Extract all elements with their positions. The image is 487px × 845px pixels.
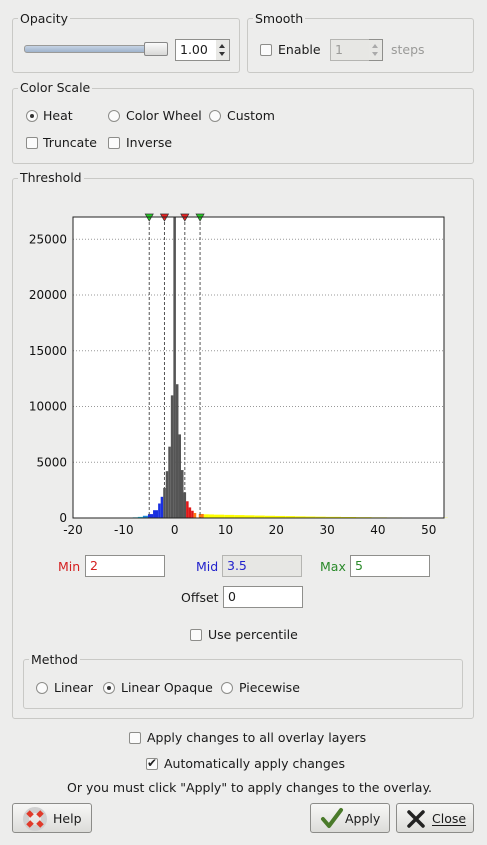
color-scale-custom-radio[interactable] — [209, 110, 221, 122]
spin-up-icon[interactable] — [372, 44, 378, 48]
histogram-bar — [160, 496, 164, 518]
histogram-bar — [193, 512, 197, 518]
x-tick-label: 20 — [269, 523, 284, 537]
method-linear-radio[interactable] — [36, 682, 48, 694]
apply-hint-text: Or you must click "Apply" to apply chang… — [67, 780, 433, 795]
x-tick-label: 40 — [370, 523, 385, 537]
help-button[interactable]: Help — [12, 803, 92, 833]
plot-background — [73, 217, 444, 518]
color-scale-colorwheel-label: Color Wheel — [126, 108, 202, 123]
min-label: Min — [58, 559, 81, 574]
apply-button-label: Apply — [345, 811, 381, 826]
opacity-title: Opacity — [18, 11, 71, 26]
method-piecewise-radio[interactable] — [221, 682, 233, 694]
offset-input[interactable]: 0 — [223, 586, 303, 608]
color-scale-custom-label: Custom — [227, 108, 275, 123]
color-scale-heat-label: Heat — [43, 108, 73, 123]
y-tick-label: 25000 — [29, 232, 67, 246]
inverse-label: Inverse — [126, 135, 173, 150]
y-tick-label: 10000 — [29, 400, 67, 414]
histogram-bar — [175, 384, 179, 518]
spin-down-icon[interactable] — [219, 52, 225, 56]
x-tick-label: 0 — [171, 523, 179, 537]
histogram-bar — [214, 514, 225, 518]
color-scale-group — [12, 88, 474, 164]
histogram-bar — [188, 507, 192, 518]
histogram-bar — [178, 434, 181, 518]
inverse-checkbox[interactable] — [108, 137, 120, 149]
use-percentile-checkbox[interactable] — [190, 629, 202, 641]
apply-all-layers-checkbox[interactable] — [129, 732, 141, 744]
method-title: Method — [29, 652, 80, 667]
histogram-bar — [208, 514, 215, 518]
min-input[interactable]: 2 — [85, 555, 165, 577]
histogram-bar — [186, 501, 189, 518]
method-linear-label: Linear — [54, 680, 93, 695]
use-percentile-label: Use percentile — [208, 627, 298, 642]
max-label: Max — [320, 559, 346, 574]
apply-button[interactable]: Apply — [310, 803, 390, 833]
histogram-bar — [147, 514, 154, 518]
truncate-checkbox[interactable] — [26, 137, 38, 149]
spin-down-icon[interactable] — [372, 52, 378, 56]
close-x-icon — [407, 810, 425, 828]
opacity-spinner[interactable] — [216, 39, 230, 61]
offset-label: Offset — [181, 590, 219, 605]
method-linear-opaque-radio[interactable] — [103, 682, 115, 694]
spin-up-icon[interactable] — [219, 44, 225, 48]
smooth-title: Smooth — [253, 11, 306, 26]
x-tick-label: -10 — [114, 523, 134, 537]
histogram-bar — [191, 510, 194, 518]
apply-all-layers-label: Apply changes to all overlay layers — [147, 730, 367, 745]
smooth-enable-checkbox[interactable] — [260, 44, 272, 56]
opacity-slider-handle[interactable] — [144, 42, 168, 56]
histogram-bar — [158, 503, 161, 518]
x-tick-label: 30 — [319, 523, 334, 537]
method-linear-opaque-label: Linear Opaque — [121, 680, 213, 695]
method-piecewise-label: Piecewise — [239, 680, 300, 695]
smooth-steps-input[interactable]: 1 — [330, 39, 370, 61]
color-scale-title: Color Scale — [18, 80, 93, 95]
color-scale-colorwheel-radio[interactable] — [108, 110, 120, 122]
smooth-steps-spinner[interactable] — [369, 39, 383, 61]
histogram-bar — [203, 514, 209, 518]
auto-apply-label: Automatically apply changes — [164, 756, 345, 771]
max-input[interactable]: 5 — [350, 555, 430, 577]
opacity-input[interactable]: 1.00 — [175, 39, 217, 61]
checkmark-icon — [321, 808, 343, 828]
mid-input[interactable]: 3.5 — [222, 555, 302, 577]
histogram-chart[interactable]: 0500010000150002000025000-20 -10 0 10 20 30 40… — [0, 200, 487, 545]
truncate-label: Truncate — [43, 135, 97, 150]
close-button[interactable]: Close — [396, 803, 474, 833]
mid-label: Mid — [196, 559, 219, 574]
smooth-steps-label: steps — [391, 42, 425, 57]
x-tick-label: 50 — [421, 523, 436, 537]
threshold-title: Threshold — [18, 170, 84, 185]
histogram-bar — [198, 513, 204, 518]
histogram-bar — [170, 395, 174, 518]
y-tick-label: 20000 — [29, 288, 67, 302]
help-lifebuoy-icon — [23, 807, 47, 831]
y-tick-label: 15000 — [29, 344, 67, 358]
x-tick-label: 10 — [218, 523, 233, 537]
auto-apply-checkbox[interactable] — [146, 756, 158, 770]
histogram-bar — [173, 217, 176, 518]
x-tick-label: -20 — [63, 523, 83, 537]
color-scale-heat-radio[interactable] — [26, 110, 38, 122]
close-button-label: Close — [432, 811, 467, 826]
help-button-label: Help — [53, 811, 82, 826]
y-tick-label: 5000 — [36, 455, 67, 469]
histogram-bar — [168, 446, 171, 518]
histogram-bar — [180, 470, 184, 518]
histogram-bar — [153, 510, 159, 518]
histogram-bar — [165, 471, 169, 518]
smooth-enable-label: Enable — [278, 42, 321, 57]
